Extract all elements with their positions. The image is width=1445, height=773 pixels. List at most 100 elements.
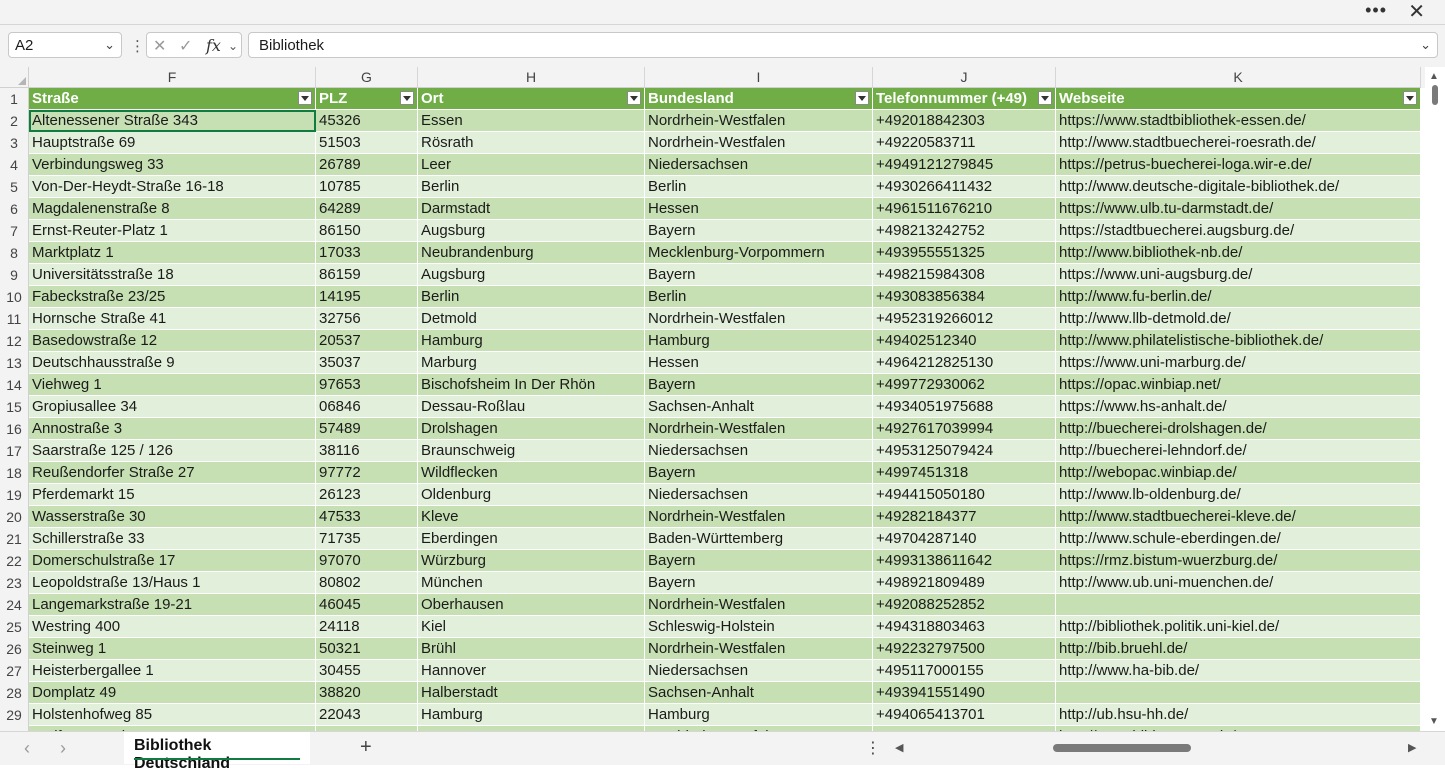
table-cell[interactable]: +498213242752: [873, 220, 1056, 242]
row-header[interactable]: 14: [0, 374, 29, 396]
table-cell[interactable]: +4949121279845: [873, 154, 1056, 176]
table-cell[interactable]: 10785: [316, 176, 418, 198]
table-cell[interactable]: https://rmz.bistum-wuerzburg.de/: [1056, 550, 1421, 572]
table-cell[interactable]: 86159: [316, 264, 418, 286]
table-cell[interactable]: 71735: [316, 528, 418, 550]
select-all-corner[interactable]: [0, 67, 29, 88]
row-header[interactable]: 7: [0, 220, 29, 242]
table-cell[interactable]: https://www.ulb.tu-darmstadt.de/: [1056, 198, 1421, 220]
table-cell[interactable]: Langemarkstraße 19-21: [29, 594, 316, 616]
spreadsheet-grid[interactable]: FGHIJK Straße PLZ Ort Bundesland Telefonnumm…: [0, 67, 1425, 731]
table-cell[interactable]: https://petrus-buecherei-loga.wir-e.de/: [1056, 154, 1421, 176]
close-icon[interactable]: ✕: [1408, 0, 1425, 24]
table-cell[interactable]: +499772930062: [873, 374, 1056, 396]
table-cell[interactable]: +4953125079424: [873, 440, 1056, 462]
table-cell[interactable]: 32756: [316, 308, 418, 330]
table-cell[interactable]: Halberstadt: [418, 682, 645, 704]
row-header[interactable]: 16: [0, 418, 29, 440]
table-cell[interactable]: https://www.uni-augsburg.de/: [1056, 264, 1421, 286]
table-cell[interactable]: 14195: [316, 286, 418, 308]
table-cell[interactable]: Heisterbergallee 1: [29, 660, 316, 682]
table-cell[interactable]: +4934051975688: [873, 396, 1056, 418]
table-cell[interactable]: Hamburg: [418, 330, 645, 352]
table-cell[interactable]: http://www.lb-oldenburg.de/: [1056, 484, 1421, 506]
row-header[interactable]: 25: [0, 616, 29, 638]
next-sheet-icon[interactable]: ›: [60, 738, 66, 759]
table-cell[interactable]: Niedersachsen: [645, 154, 873, 176]
table-cell[interactable]: Marktplatz 1: [29, 242, 316, 264]
table-cell[interactable]: 97653: [316, 374, 418, 396]
table-cell[interactable]: +493083856384: [873, 286, 1056, 308]
table-cell[interactable]: +4964212825130: [873, 352, 1056, 374]
table-cell[interactable]: +498215984308: [873, 264, 1056, 286]
table-cell[interactable]: +493955551325: [873, 242, 1056, 264]
column-header-i[interactable]: I: [645, 67, 873, 88]
table-cell[interactable]: Wasserstraße 30: [29, 506, 316, 528]
table-cell[interactable]: Bayern: [645, 374, 873, 396]
header-cell[interactable]: Webseite: [1056, 88, 1421, 110]
filter-dropdown-icon[interactable]: [1403, 91, 1417, 105]
scroll-down-icon[interactable]: ▼: [1429, 716, 1439, 727]
table-cell[interactable]: Hessen: [645, 352, 873, 374]
header-cell[interactable]: Ort: [418, 88, 645, 110]
table-cell[interactable]: Nordrhein-Westfalen: [645, 418, 873, 440]
table-cell[interactable]: 64289: [316, 198, 418, 220]
formula-input[interactable]: Bibliothek ⌄: [248, 32, 1438, 58]
table-cell[interactable]: Detmold: [418, 308, 645, 330]
table-cell[interactable]: http://bib.bruehl.de/: [1056, 638, 1421, 660]
table-cell[interactable]: 38820: [316, 682, 418, 704]
table-cell[interactable]: 24118: [316, 616, 418, 638]
table-cell[interactable]: +494415050180: [873, 484, 1056, 506]
table-cell[interactable]: Schillerstraße 33: [29, 528, 316, 550]
table-cell[interactable]: +49402512340: [873, 330, 1056, 352]
table-cell[interactable]: Niedersachsen: [645, 484, 873, 506]
row-header[interactable]: 8: [0, 242, 29, 264]
table-cell[interactable]: +4930266411432: [873, 176, 1056, 198]
table-cell[interactable]: Nordrhein-Westfalen: [645, 132, 873, 154]
table-cell[interactable]: Wildflecken: [418, 462, 645, 484]
chevron-down-icon[interactable]: ⌄: [104, 37, 115, 53]
column-header-k[interactable]: K: [1056, 67, 1421, 88]
row-header[interactable]: 23: [0, 572, 29, 594]
table-cell[interactable]: Domplatz 49: [29, 682, 316, 704]
table-cell[interactable]: 45326: [316, 110, 418, 132]
row-header[interactable]: 5: [0, 176, 29, 198]
add-sheet-button[interactable]: +: [360, 736, 372, 759]
row-header[interactable]: 13: [0, 352, 29, 374]
table-cell[interactable]: +495117000155: [873, 660, 1056, 682]
table-cell[interactable]: Universitätsstraße 18: [29, 264, 316, 286]
table-cell[interactable]: Hornsche Straße 41: [29, 308, 316, 330]
insert-function-icon[interactable]: fx: [206, 36, 221, 55]
table-cell[interactable]: http://www.ha-bib.de/: [1056, 660, 1421, 682]
chevron-down-icon[interactable]: ⌄: [228, 39, 238, 53]
header-cell[interactable]: Bundesland: [645, 88, 873, 110]
table-cell[interactable]: Basedowstraße 12: [29, 330, 316, 352]
table-cell[interactable]: http://bibliothek.politik.uni-kiel.de/: [1056, 616, 1421, 638]
table-cell[interactable]: Marburg: [418, 352, 645, 374]
sheet-menu-icon[interactable]: ⋮: [865, 738, 881, 758]
table-cell[interactable]: München: [418, 572, 645, 594]
name-box[interactable]: A2 ⌄: [8, 32, 122, 58]
table-cell[interactable]: Viehweg 1: [29, 374, 316, 396]
table-cell[interactable]: 38116: [316, 440, 418, 462]
table-cell[interactable]: Niedersachsen: [645, 440, 873, 462]
table-cell[interactable]: http://www.bibliothek-nb.de/: [1056, 242, 1421, 264]
table-cell[interactable]: http://www.ub.uni-muenchen.de/: [1056, 572, 1421, 594]
previous-sheet-icon[interactable]: ‹: [24, 738, 30, 759]
table-cell[interactable]: Altenessener Straße 343: [29, 110, 316, 132]
table-cell[interactable]: http://www.deutsche-digitale-bibliothek.…: [1056, 176, 1421, 198]
table-cell[interactable]: Neubrandenburg: [418, 242, 645, 264]
row-header[interactable]: 4: [0, 154, 29, 176]
filter-dropdown-icon[interactable]: [855, 91, 869, 105]
table-cell[interactable]: Domerschulstraße 17: [29, 550, 316, 572]
row-header[interactable]: 17: [0, 440, 29, 462]
table-cell[interactable]: Kleve: [418, 506, 645, 528]
table-cell[interactable]: Gropiusallee 34: [29, 396, 316, 418]
table-cell[interactable]: Hannover: [418, 660, 645, 682]
table-cell[interactable]: Berlin: [645, 286, 873, 308]
table-cell[interactable]: 50321: [316, 638, 418, 660]
table-cell[interactable]: Braunschweig: [418, 440, 645, 462]
column-header-f[interactable]: F: [29, 67, 316, 88]
table-cell[interactable]: 20537: [316, 330, 418, 352]
table-cell[interactable]: Schleswig-Holstein: [645, 616, 873, 638]
